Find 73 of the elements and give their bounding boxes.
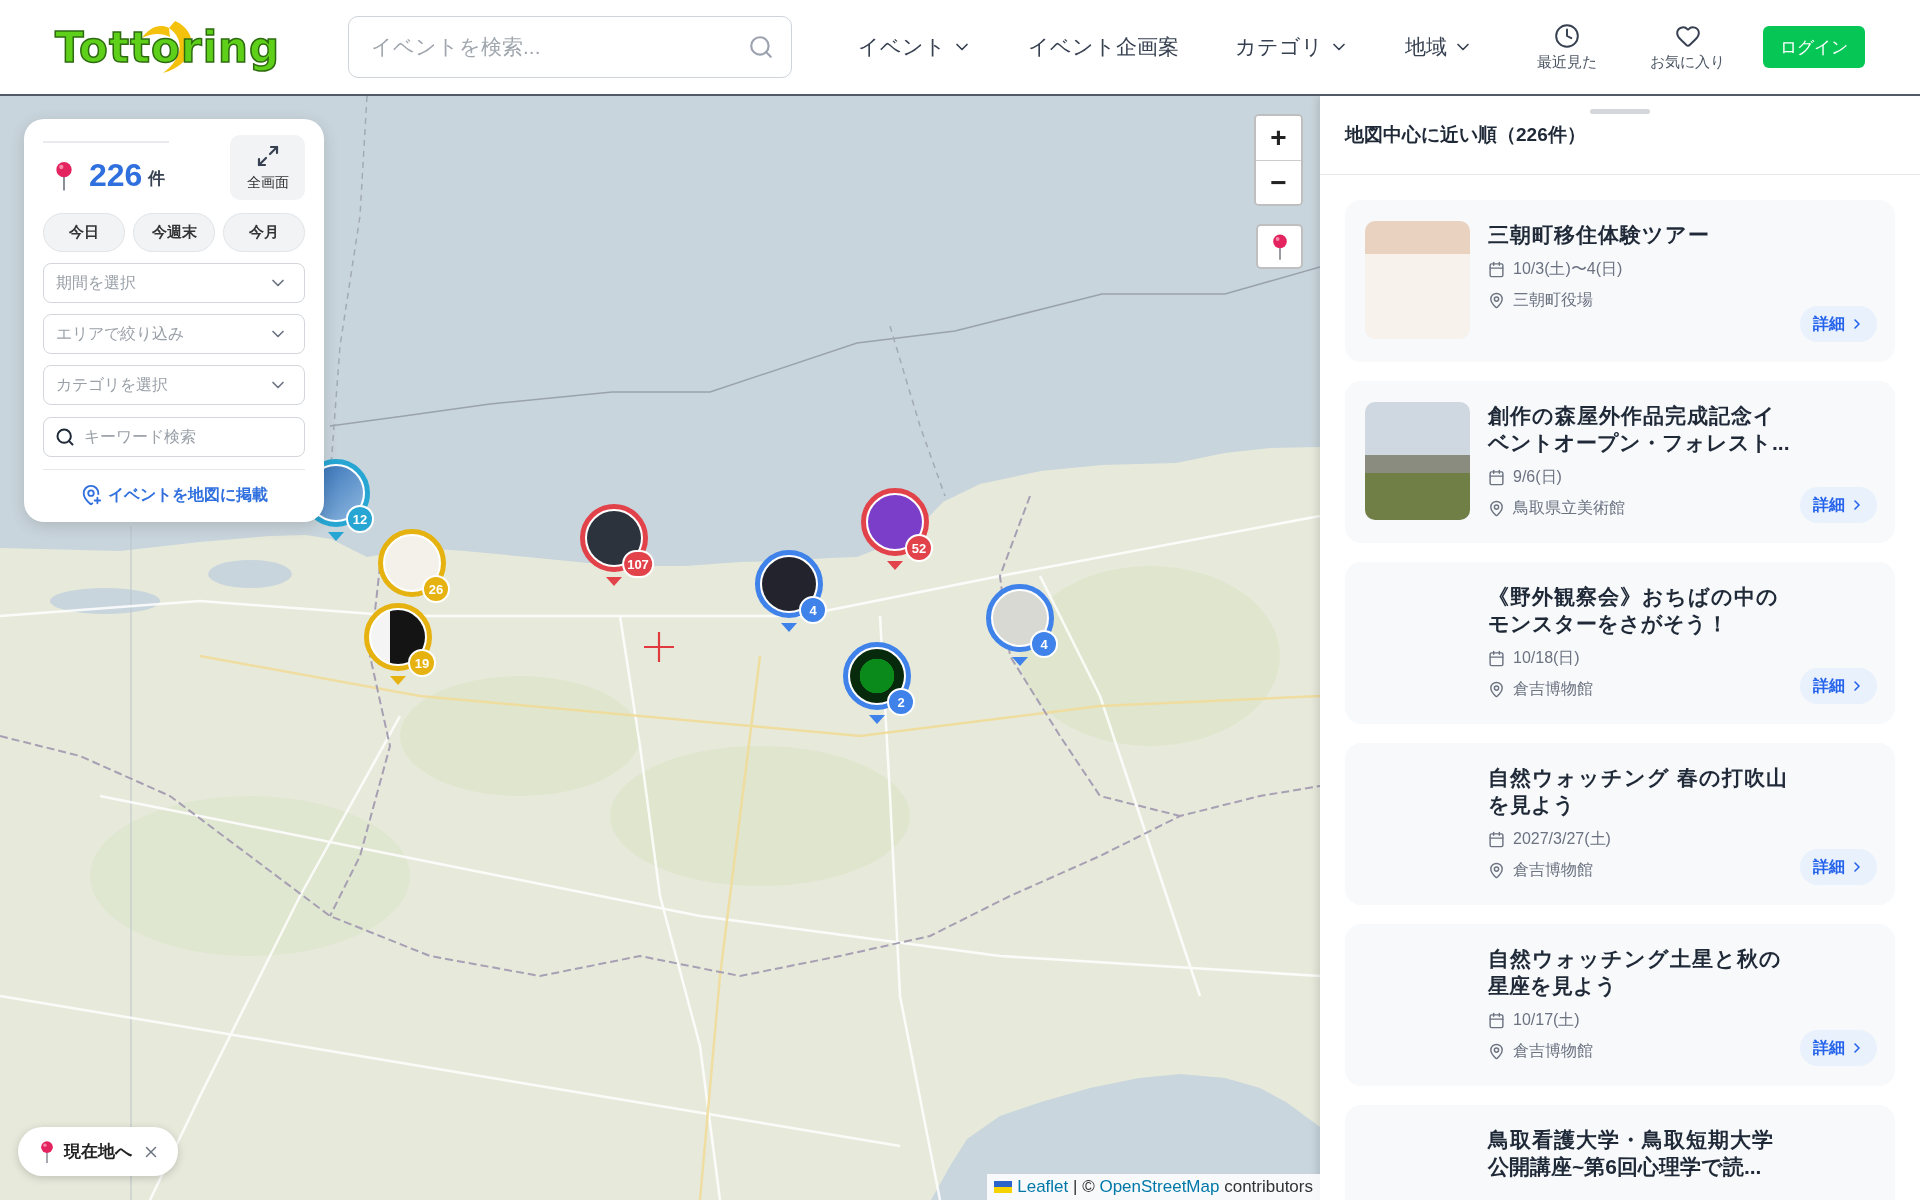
- expand-icon: [255, 143, 280, 168]
- event-date: 2027/3/27(土): [1513, 828, 1611, 849]
- pushpin-icon: [40, 1140, 54, 1163]
- openstreetmap-link[interactable]: OpenStreetMap: [1099, 1177, 1220, 1196]
- location-pin-icon: [1488, 291, 1505, 309]
- select-field[interactable]: エリアで絞り込み: [43, 314, 305, 354]
- event-date: 10/18(日): [1513, 647, 1580, 668]
- event-date: 10/17(土): [1513, 1009, 1580, 1030]
- select-field[interactable]: カテゴリを選択: [43, 365, 305, 405]
- date-range-chip[interactable]: 今週末: [133, 213, 215, 252]
- event-venue: 倉吉博物館: [1513, 678, 1593, 699]
- event-venue: 三朝町役場: [1513, 289, 1593, 310]
- clock-icon: [1554, 22, 1580, 49]
- pushpin-icon: [55, 160, 73, 191]
- event-card[interactable]: 《野外観察会》おちばの中のモンスターをさがそう！ 10/18(日) 倉吉博物館 詳細: [1345, 562, 1895, 724]
- calendar-icon: [1488, 468, 1505, 486]
- search-field[interactable]: イベントを検索...: [348, 16, 792, 78]
- pushpin-icon: [1271, 233, 1288, 260]
- event-title: 鳥取看護大学・鳥取短期大学公開講座~第6回心理学で読...: [1488, 1127, 1775, 1180]
- date-range-chip[interactable]: 今日: [43, 213, 125, 252]
- event-title: 自然ウォッチング土星と秋の星座を見よう: [1488, 946, 1783, 999]
- shortcut-button[interactable]: 最近見た: [1537, 22, 1597, 72]
- detail-button[interactable]: 詳細: [1800, 487, 1877, 523]
- location-pin-icon: [1488, 861, 1505, 879]
- shortcut-button[interactable]: お気に入り: [1650, 22, 1725, 72]
- event-card[interactable]: 自然ウォッチング土星と秋の星座を見よう 10/17(土) 倉吉博物館 詳細: [1345, 924, 1895, 1086]
- event-date: 10/3(土)〜4(日): [1513, 258, 1623, 279]
- attribution-text: Leaflet | © OpenStreetMap contributors: [1017, 1177, 1313, 1197]
- count-unit: 件: [148, 168, 166, 190]
- drag-handle[interactable]: [1590, 109, 1650, 114]
- location-pin-icon: [1488, 499, 1505, 517]
- nav-menu-item[interactable]: 地域: [1405, 33, 1473, 61]
- calendar-icon: [1488, 649, 1505, 667]
- event-title: 《野外観察会》おちばの中のモンスターをさがそう！: [1488, 584, 1780, 637]
- locate-button[interactable]: [1256, 224, 1303, 269]
- event-card[interactable]: 創作の森屋外作品完成記念イベントオープン・フォレスト... 9/6(日) 鳥取県立美術館 詳細: [1345, 381, 1895, 543]
- crosshair-icon: [644, 632, 674, 662]
- nav-menu-item[interactable]: イベント企画案: [1028, 33, 1179, 61]
- flag-icon: [994, 1181, 1013, 1193]
- event-title: 創作の森屋外作品完成記念イベントオープン・フォレスト...: [1488, 403, 1790, 456]
- detail-button[interactable]: 詳細: [1800, 849, 1877, 885]
- event-venue: 鳥取県立美術館: [1513, 497, 1625, 518]
- event-card[interactable]: 三朝町移住体験ツアー 10/3(土)〜4(日) 三朝町役場 詳細: [1345, 200, 1895, 362]
- event-date: 9/6(日): [1513, 466, 1562, 487]
- leaflet-link[interactable]: Leaflet: [1017, 1177, 1069, 1196]
- calendar-icon: [1488, 830, 1505, 848]
- event-venue: 倉吉博物館: [1513, 1040, 1593, 1061]
- location-pin-icon: [1488, 680, 1505, 698]
- event-venue: 倉吉博物館: [1513, 859, 1593, 880]
- detail-button[interactable]: 詳細: [1800, 668, 1877, 704]
- map-pin-plus-icon: [80, 484, 102, 506]
- calendar-icon: [1488, 1011, 1505, 1029]
- detail-button[interactable]: 詳細: [1800, 1030, 1877, 1066]
- keyword-field[interactable]: キーワード検索: [43, 417, 305, 457]
- nav-menu-item[interactable]: カテゴリ: [1235, 33, 1349, 61]
- select-field[interactable]: 期間を選択: [43, 263, 305, 303]
- calendar-icon: [1488, 260, 1505, 278]
- event-title: 自然ウォッチング 春の打吹山を見よう: [1488, 765, 1789, 818]
- zoom-out-button[interactable]: −: [1256, 160, 1301, 204]
- event-title: 三朝町移住体験ツアー: [1488, 222, 1711, 248]
- event-count: 226: [89, 157, 143, 194]
- location-pin-icon: [1488, 1042, 1505, 1060]
- search-icon: [55, 427, 75, 447]
- list-title: 地図中心に近い順（226件）: [1345, 123, 1587, 147]
- nav-menu-item[interactable]: イベント: [858, 33, 972, 61]
- detail-button[interactable]: 詳細: [1800, 306, 1877, 342]
- event-card[interactable]: 鳥取看護大学・鳥取短期大学公開講座~第6回心理学で読...: [1345, 1105, 1895, 1200]
- event-card[interactable]: 自然ウォッチング 春の打吹山を見よう 2027/3/27(土) 倉吉博物館 詳細: [1345, 743, 1895, 905]
- search-icon: [748, 34, 774, 60]
- current-location-button[interactable]: 現在地へ: [18, 1127, 178, 1176]
- fullscreen-button[interactable]: 全画面: [230, 135, 305, 200]
- post-event-link[interactable]: イベントを地図に掲載: [80, 484, 268, 506]
- date-range-chip[interactable]: 今月: [223, 213, 305, 252]
